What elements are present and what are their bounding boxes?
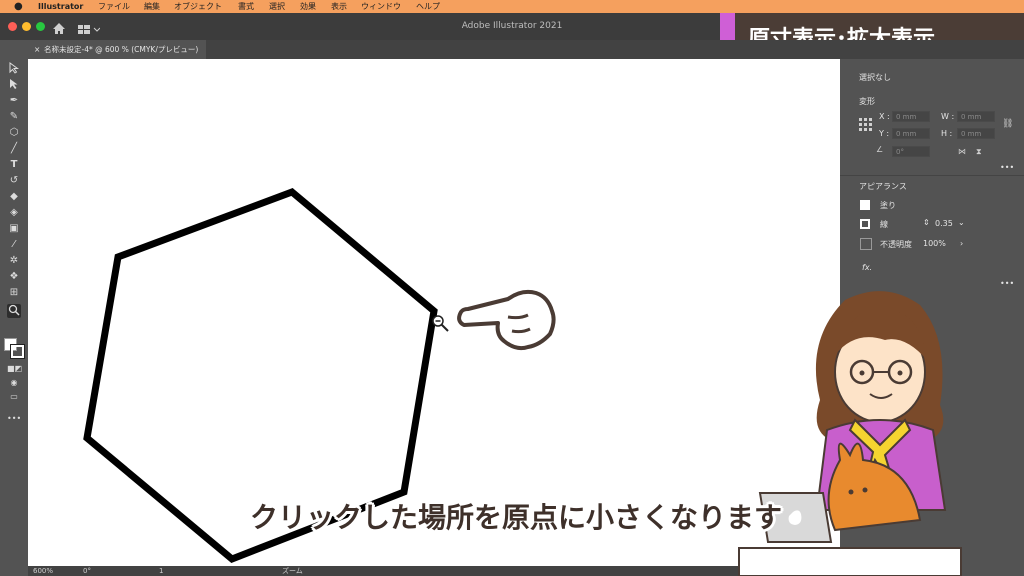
status-angle[interactable]: 0°	[83, 566, 91, 576]
blend-tool-icon[interactable]: ✲	[7, 254, 21, 268]
status-tool: ズーム	[282, 567, 303, 575]
type-tool-icon[interactable]: T	[7, 158, 21, 172]
fill-stroke-swatch-icon[interactable]	[4, 338, 25, 359]
w-label: W :	[941, 112, 955, 121]
opacity-expand-icon[interactable]: ›	[960, 239, 963, 248]
menu-file[interactable]: ファイル	[98, 0, 130, 13]
direct-selection-tool-icon[interactable]	[7, 78, 21, 92]
edit-toolbar-icon[interactable]: •••	[7, 412, 21, 426]
draw-mode-icon[interactable]: ◉	[7, 376, 21, 390]
flip-horizontal-icon[interactable]: ⋈	[958, 147, 966, 156]
document-tab[interactable]: × 名称未設定-4* @ 600 % (CMYK/プレビュー)	[28, 40, 206, 59]
fx-button[interactable]: fx.	[862, 263, 872, 272]
artboard-canvas[interactable]	[28, 59, 840, 569]
menu-help[interactable]: ヘルプ	[416, 0, 440, 13]
tab-close-icon[interactable]: ×	[34, 40, 40, 59]
selection-tool-icon[interactable]	[7, 62, 21, 76]
fill-swatch[interactable]	[860, 200, 870, 210]
x-label: X :	[879, 112, 890, 121]
polygon-tool-icon[interactable]: ⬡	[7, 126, 21, 140]
opacity-value[interactable]: 100%	[923, 239, 946, 248]
selection-status: 選択なし	[859, 73, 891, 82]
gradient-tool-icon[interactable]: ▣	[7, 222, 21, 236]
panel-divider	[840, 175, 1024, 176]
opacity-swatch-icon[interactable]	[860, 238, 872, 250]
document-tab-label: 名称未設定-4* @ 600 % (CMYK/プレビュー)	[44, 45, 199, 54]
artboard-tool-icon[interactable]: ⊞	[7, 286, 21, 300]
fill-label: 塗り	[880, 201, 896, 210]
mac-menubar: ● Illustrator ファイル 編集 オブジェクト 書式 選択 効果 表示…	[0, 0, 1024, 13]
flip-vertical-icon[interactable]: ⧗	[976, 147, 982, 157]
zoom-tool-icon[interactable]	[7, 304, 21, 318]
pen-tool-icon[interactable]: ✒	[7, 94, 21, 108]
reference-point-icon[interactable]	[859, 118, 872, 131]
video-subtitle: クリックした場所を原点に小さくなります	[250, 501, 783, 534]
eyedropper-tool-icon[interactable]: ⁄	[7, 238, 21, 252]
status-bar: 600% 0° 1 ズーム	[28, 566, 840, 576]
stroke-label: 線	[880, 220, 888, 229]
menu-object[interactable]: オブジェクト	[174, 0, 222, 13]
rotate-tool-icon[interactable]: ↺	[7, 174, 21, 188]
opacity-label: 不透明度	[880, 240, 912, 249]
shape-builder-tool-icon[interactable]: ◈	[7, 206, 21, 220]
curvature-tool-icon[interactable]: ✎	[7, 110, 21, 124]
stroke-weight-dropdown-icon[interactable]: ⌄	[958, 218, 965, 227]
screen-mode-icon[interactable]: ▭	[7, 390, 21, 404]
transform-more-button[interactable]: •••	[1000, 163, 1014, 172]
color-mode-icon[interactable]: ■◩	[7, 362, 22, 376]
rotate-angle-icon: ∠	[876, 145, 884, 154]
pointing-hand-icon	[457, 289, 556, 351]
constrain-proportions-icon[interactable]: ⛓	[1002, 119, 1013, 129]
menu-edit[interactable]: 編集	[144, 0, 160, 13]
angle-field[interactable]: 0°	[892, 146, 930, 157]
stroke-weight-value[interactable]: 0.35	[935, 219, 953, 228]
status-page[interactable]: 1	[159, 566, 163, 576]
symbol-sprayer-tool-icon[interactable]: ❖	[7, 270, 21, 284]
y-label: Y :	[879, 129, 890, 138]
menu-view[interactable]: 表示	[331, 0, 347, 13]
w-field[interactable]: 0 mm	[957, 111, 995, 122]
status-zoom[interactable]: 600%	[33, 566, 53, 576]
h-label: H :	[941, 129, 953, 138]
y-field[interactable]: 0 mm	[892, 128, 930, 139]
appearance-heading: アピアランス	[859, 182, 907, 191]
menu-select[interactable]: 選択	[269, 0, 285, 13]
h-field[interactable]: 0 mm	[957, 128, 995, 139]
transform-heading: 変形	[859, 97, 875, 106]
document-tab-bar: × 名称未設定-4* @ 600 % (CMYK/プレビュー)	[28, 40, 1024, 59]
zoom-out-cursor-icon	[432, 315, 449, 332]
paintbrush-tool-icon[interactable]: ╱	[7, 142, 21, 156]
tools-panel: ✒ ✎ ⬡ ╱ T ↺ ◆ ◈ ▣ ⁄ ✲ ❖ ⊞ ■◩ ◉ ▭ •••	[0, 40, 28, 576]
eraser-tool-icon[interactable]: ◆	[7, 190, 21, 204]
menu-app-name[interactable]: Illustrator	[38, 0, 83, 13]
menu-window[interactable]: ウィンドウ	[361, 0, 401, 13]
apple-icon[interactable]: ●	[14, 0, 23, 13]
canvas-artwork	[83, 188, 556, 564]
stroke-weight-stepper-icon[interactable]: ⇕	[923, 218, 930, 227]
menu-effect[interactable]: 効果	[300, 0, 316, 13]
x-field[interactable]: 0 mm	[892, 111, 930, 122]
stroke-swatch[interactable]	[860, 219, 870, 229]
menu-type[interactable]: 書式	[238, 0, 254, 13]
